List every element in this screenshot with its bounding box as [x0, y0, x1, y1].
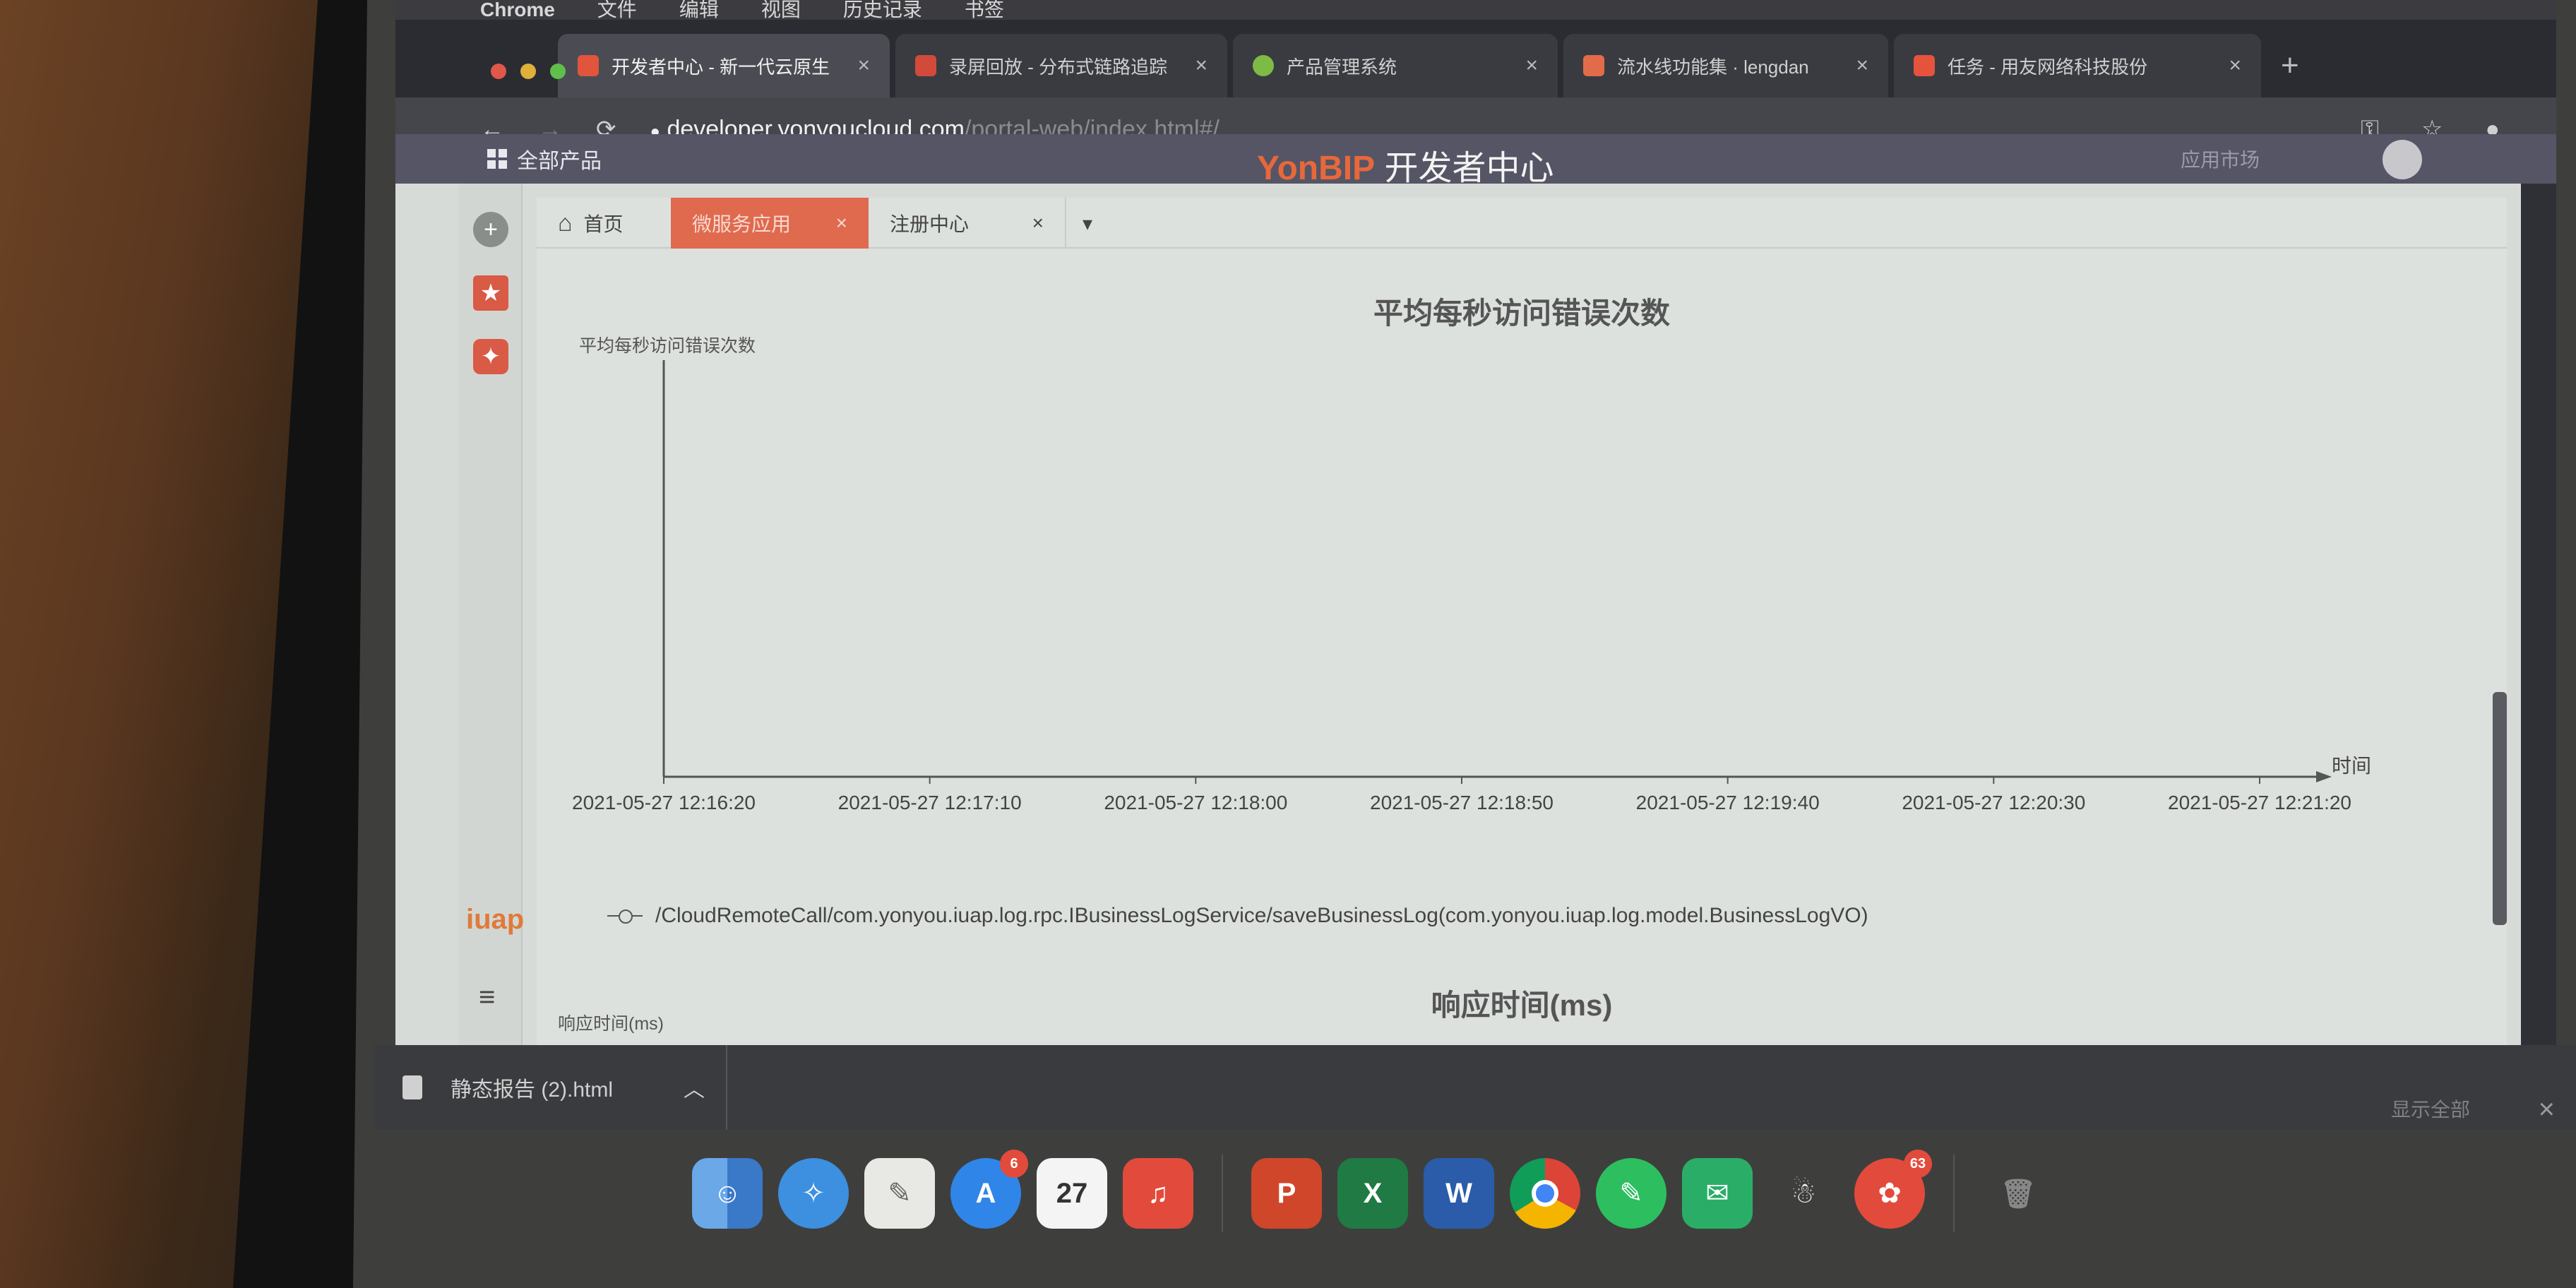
download-item[interactable]: 静态报告 (2).html ︿: [402, 1045, 727, 1130]
second-chart-title: 响应时间(ms): [1431, 989, 1613, 1022]
wechat-icon[interactable]: ✉: [1682, 1158, 1753, 1229]
iuap-logo: iuap: [466, 904, 525, 935]
appstore-icon[interactable]: A6: [950, 1150, 1028, 1229]
tab-label: 任务 - 用友网络科技股份: [1948, 56, 2148, 78]
page-scrollbar[interactable]: [2493, 692, 2507, 925]
excel-icon[interactable]: X: [1337, 1158, 1408, 1229]
browser-tab[interactable]: 录屏回放 - 分布式链路追踪 ×: [895, 34, 1227, 97]
trash-icon[interactable]: 🗑: [1983, 1158, 2053, 1229]
menu-file[interactable]: 文件: [597, 0, 637, 20]
word-icon[interactable]: W: [1424, 1158, 1494, 1229]
page-body: + ★ ✦ iuap ≡ ⌂ 首页 微服务应用 × 注册中心 × ▾ 平均每秒访…: [395, 184, 2521, 1102]
chart-legend[interactable]: /CloudRemoteCall/com.yonyou.iuap.log.rpc…: [607, 904, 1868, 928]
dock-separator: [1222, 1155, 1223, 1232]
folder-star-icon[interactable]: ★: [473, 275, 508, 311]
app-with-badge-icon[interactable]: ✿ 63: [1854, 1150, 1932, 1229]
error-rate-chart: 2021-05-27 12:16:20 2021-05-27 12:17:10 20…: [572, 360, 2371, 813]
x-tick-label: 2021-05-27 12:16:20: [572, 792, 756, 813]
show-all-downloads-link[interactable]: 显示全部: [2391, 1095, 2470, 1123]
app-header: 全部产品 YonBIP 开发者中心 应用市场: [395, 134, 2556, 187]
tab-favicon-icon: [1253, 55, 1274, 76]
tab-favicon-icon: [578, 55, 599, 76]
browser-tab[interactable]: 流水线功能集 · lengdan ×: [1563, 34, 1888, 97]
tab-favicon-icon: [915, 55, 936, 76]
calendar-day: 27: [1056, 1177, 1088, 1209]
download-bar: 静态报告 (2).html ︿ 显示全部 ×: [374, 1045, 2576, 1130]
qq-icon[interactable]: ☃: [1768, 1158, 1839, 1229]
close-tab-icon[interactable]: ×: [1856, 54, 1868, 78]
textedit-icon[interactable]: ✎: [864, 1158, 935, 1229]
brand-prefix: YonBIP: [1257, 150, 1376, 187]
macos-dock: ☺ ✧ ✎ A6 27 ♫ P X W ✎ ✉ ☃ ✿ 63 🗑: [692, 1144, 2175, 1243]
app-badge: 63: [1904, 1150, 1932, 1178]
menu-list-icon[interactable]: ≡: [479, 982, 495, 1013]
x-tick-label: 2021-05-27 12:19:40: [1636, 792, 1820, 813]
new-tab-button[interactable]: +: [2267, 34, 2313, 97]
x-tick-label: 2021-05-27 12:18:50: [1370, 792, 1554, 813]
zoom-window-button[interactable]: [550, 64, 566, 79]
chevron-up-icon[interactable]: ︿: [684, 1072, 705, 1103]
finder-icon[interactable]: ☺: [692, 1158, 763, 1229]
browser-tab[interactable]: 任务 - 用友网络科技股份 ×: [1894, 34, 2261, 97]
legend-line-icon: [607, 909, 643, 924]
close-download-bar-icon[interactable]: ×: [2539, 1094, 2555, 1126]
tab-label: 流水线功能集 · lengdan: [1617, 56, 1809, 78]
main-content: ⌂ 首页 微服务应用 × 注册中心 × ▾ 平均每秒访问错误次数 平均每秒访问错…: [537, 198, 2507, 1102]
all-products-menu[interactable]: 全部产品: [487, 143, 602, 174]
powerpoint-icon[interactable]: P: [1251, 1158, 1322, 1229]
grid-menu-icon: [487, 149, 507, 169]
x-tick-label: 2021-05-27 12:21:20: [2168, 792, 2351, 813]
safari-icon[interactable]: ✧: [778, 1158, 849, 1229]
browser-tab[interactable]: 开发者中心 - 新一代云原生 ×: [558, 34, 890, 97]
close-tab-icon[interactable]: ×: [857, 54, 870, 78]
app-market-link[interactable]: 应用市场: [2181, 145, 2260, 173]
x-tick-label: 2021-05-27 12:18:00: [1104, 792, 1287, 813]
x-axis-label: 时间: [2332, 755, 2371, 777]
x-axis-arrow: [2316, 771, 2332, 782]
download-filename: 静态报告 (2).html: [451, 1078, 614, 1102]
audio-app-icon[interactable]: ♫: [1123, 1158, 1193, 1229]
calendar-icon[interactable]: 27: [1037, 1158, 1107, 1229]
menu-bookmarks[interactable]: 书签: [965, 0, 1004, 20]
tab-label: 产品管理系统: [1287, 56, 1397, 78]
menu-history[interactable]: 历史记录: [843, 0, 922, 20]
add-circle-icon[interactable]: +: [473, 212, 508, 247]
avatar[interactable]: [2383, 140, 2422, 179]
chrome-icon[interactable]: [1510, 1158, 1580, 1229]
tab-label: 录屏回放 - 分布式链路追踪: [949, 56, 1168, 78]
browser-window: Chrome 文件 编辑 视图 历史记录 书签 开发者中心 - 新一代云原生 ×…: [395, 0, 2556, 1102]
dock-separator: [1953, 1155, 1955, 1232]
brand-suffix: 开发者中心: [1384, 150, 1554, 187]
close-tab-icon[interactable]: ×: [1195, 54, 1208, 78]
menu-app-name[interactable]: Chrome: [480, 0, 555, 20]
brand-logo: YonBIP 开发者中心: [1257, 140, 1554, 189]
legend-label: /CloudRemoteCall/com.yonyou.iuap.log.rpc…: [655, 904, 1868, 927]
close-window-button[interactable]: [491, 64, 506, 79]
tab-favicon-icon: [1583, 55, 1604, 76]
star-badge-icon[interactable]: ✦: [473, 339, 508, 374]
browser-tabstrip: 开发者中心 - 新一代云原生 × 录屏回放 - 分布式链路追踪 × 产品管理系统…: [395, 20, 2556, 97]
tab-favicon-icon: [1914, 55, 1935, 76]
browser-tab[interactable]: 产品管理系统 ×: [1233, 34, 1558, 97]
all-products-label: 全部产品: [517, 150, 602, 173]
close-tab-icon[interactable]: ×: [1525, 54, 1538, 78]
second-chart-y-axis-label: 响应时间(ms): [558, 1014, 664, 1034]
evernote-icon[interactable]: ✎: [1596, 1158, 1666, 1229]
macos-menubar: Chrome 文件 编辑 视图 历史记录 书签: [395, 0, 2556, 20]
close-tab-icon[interactable]: ×: [2229, 54, 2241, 78]
menu-edit[interactable]: 编辑: [679, 0, 719, 20]
x-tick-label: 2021-05-27 12:20:30: [1902, 792, 2085, 813]
appstore-badge: 6: [1000, 1150, 1028, 1178]
window-controls: [491, 64, 566, 79]
file-icon: [402, 1075, 422, 1099]
minimize-window-button[interactable]: [520, 64, 536, 79]
tab-label: 开发者中心 - 新一代云原生: [612, 56, 830, 78]
left-rail: + ★ ✦ iuap ≡: [459, 184, 525, 1102]
x-tick-label: 2021-05-27 12:17:10: [838, 792, 1022, 813]
menu-view[interactable]: 视图: [761, 0, 801, 20]
